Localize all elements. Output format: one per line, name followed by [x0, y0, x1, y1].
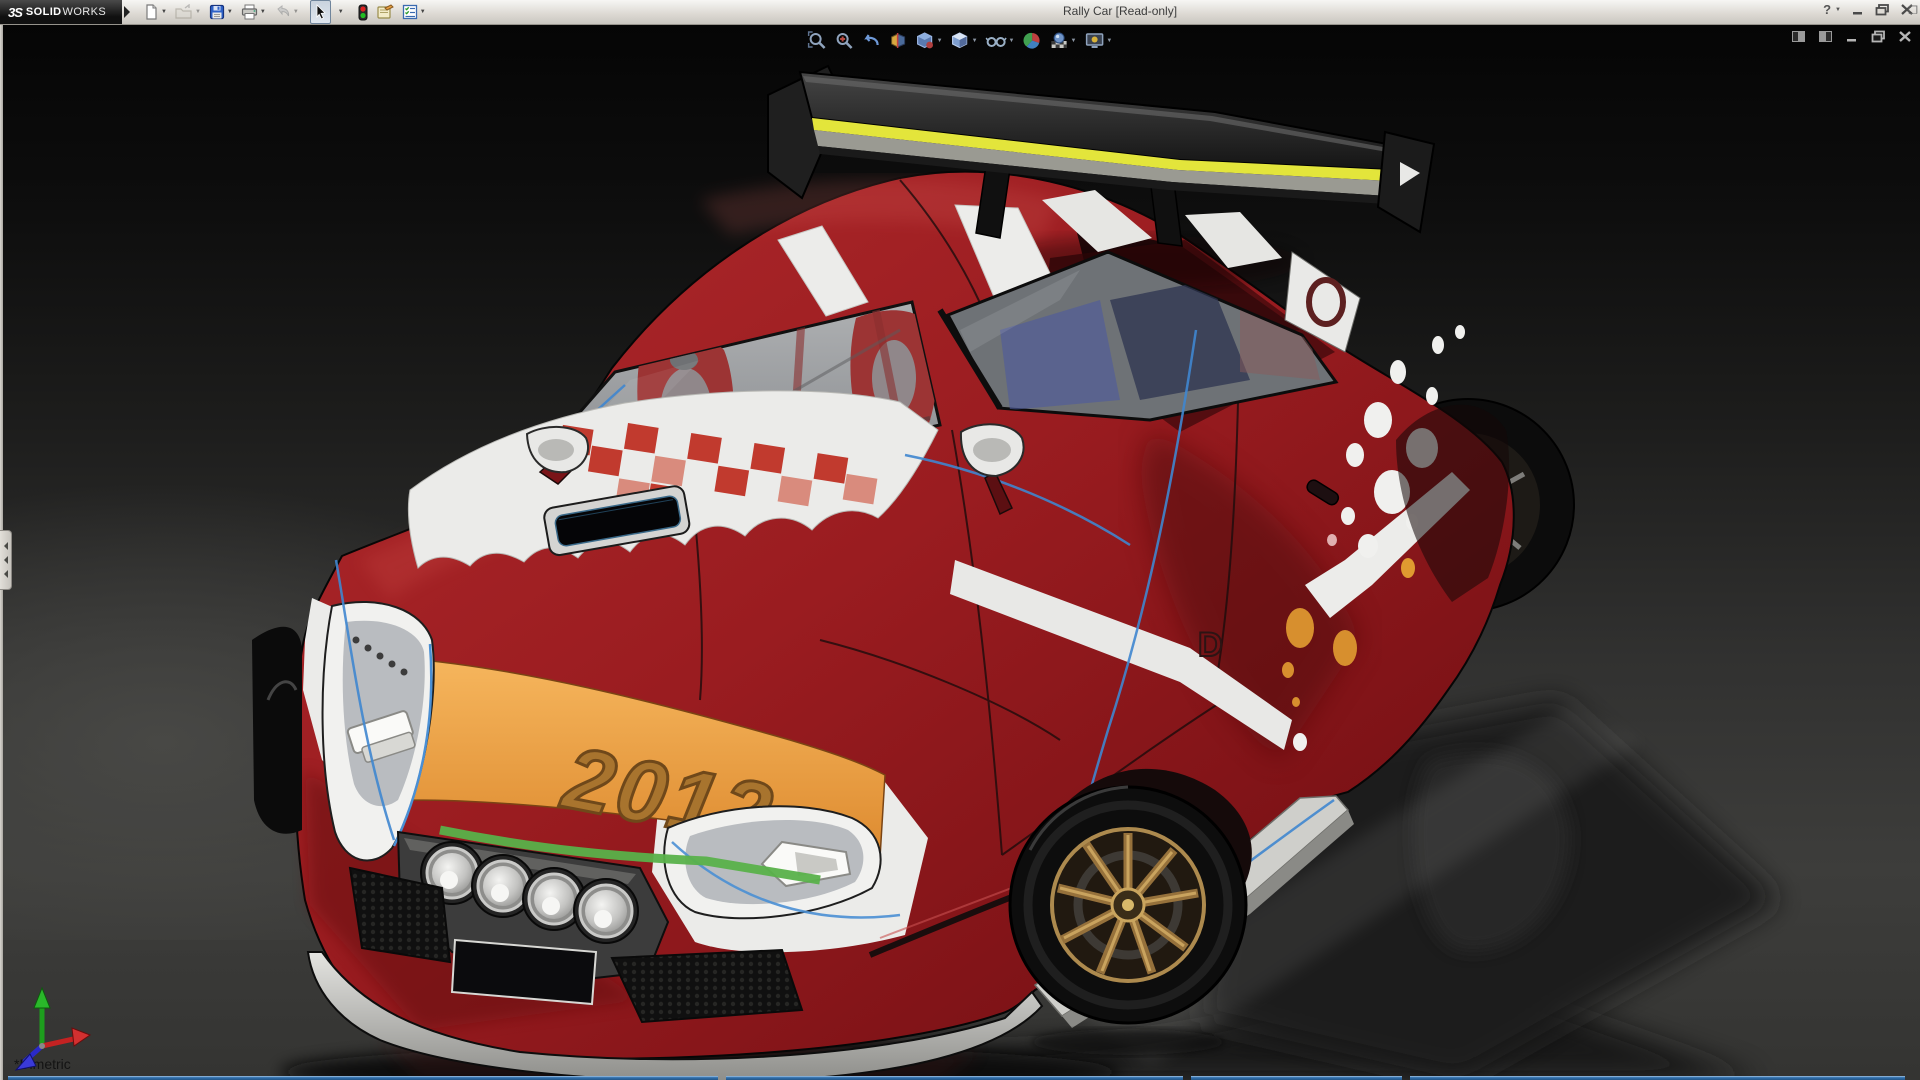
- dropdown-icon: ▼: [292, 9, 299, 15]
- document-title: Rally Car [Read-only]: [1063, 4, 1178, 18]
- dropdown-icon: ▼: [259, 9, 266, 15]
- print-icon: [241, 4, 257, 20]
- toolbar-expander-icon[interactable]: [124, 6, 130, 18]
- doc-close-icon[interactable]: [1898, 30, 1912, 43]
- view-settings-button[interactable]: ▼: [1083, 30, 1113, 51]
- restore-icon[interactable]: [1875, 3, 1890, 16]
- heads-up-view-toolbar: ▼ ▼ ▼ ▼ ▼: [807, 30, 1114, 51]
- section-view-icon: [891, 33, 906, 48]
- pane-right-icon[interactable]: [1818, 30, 1833, 43]
- previous-view-icon: [864, 34, 879, 46]
- dropdown-icon: ▼: [971, 37, 978, 44]
- select-cursor-icon: [316, 4, 326, 20]
- help-button[interactable]: ?: [1823, 2, 1831, 17]
- open-button[interactable]: ▼: [172, 0, 204, 24]
- dropdown-icon: ▼: [1008, 37, 1015, 44]
- select-dropdown-button[interactable]: ▼: [333, 0, 347, 24]
- eyeglasses-icon: [985, 37, 1007, 47]
- graphics-area[interactable]: 2012 D: [0, 24, 1920, 1080]
- rebuild-button[interactable]: [355, 0, 371, 24]
- corner-restore-glyph: ❐: [1908, 5, 1918, 17]
- apply-scene-button[interactable]: ▼: [1048, 30, 1077, 51]
- front-left-wheel: [252, 626, 302, 834]
- window-controls: ? ▼ ❐: [1823, 2, 1918, 17]
- save-floppy-icon: [209, 4, 225, 20]
- new-document-icon: [146, 4, 157, 20]
- zoom-to-area-button[interactable]: [834, 30, 855, 51]
- dropdown-icon: ▼: [1070, 37, 1077, 44]
- view-orientation-icon: [917, 32, 934, 49]
- options-button[interactable]: ▼: [399, 0, 429, 24]
- open-folder-icon: [175, 4, 192, 19]
- collapse-arrow-icon: [3, 556, 8, 564]
- dropdown-icon: ▼: [419, 9, 426, 15]
- dropdown-icon: ▼: [161, 9, 167, 15]
- dropdown-icon: ▼: [337, 9, 344, 15]
- undo-icon: [277, 5, 289, 17]
- title-bar: 3S SOLID WORKS ▼ ▼ ▼ ▼ ▼ ▼ ▼ Rally Car […: [0, 0, 1920, 25]
- design-binder-icon: [377, 4, 394, 19]
- view-orientation-button[interactable]: ▼: [915, 30, 944, 51]
- zoom-fit-icon: [807, 31, 826, 49]
- options-list-icon: [402, 4, 417, 20]
- dropdown-icon: ▼: [1106, 37, 1113, 44]
- apply-scene-icon: [1051, 32, 1067, 48]
- bottom-edge-strip: [0, 1076, 1920, 1080]
- previous-view-button[interactable]: [861, 30, 882, 51]
- display-style-icon: [951, 32, 968, 49]
- dropdown-icon: ▼: [226, 9, 233, 15]
- edit-appearance-button[interactable]: [1021, 30, 1042, 51]
- zoom-area-icon: [836, 33, 853, 49]
- undo-button[interactable]: ▼: [271, 0, 302, 24]
- view-settings-icon: [1085, 33, 1104, 48]
- zoom-to-fit-button[interactable]: [807, 30, 828, 51]
- appearance-sphere-icon: [1023, 32, 1040, 49]
- new-document-button[interactable]: ▼: [140, 0, 170, 24]
- design-binder-button[interactable]: [373, 0, 397, 24]
- collapse-arrow-icon: [3, 542, 8, 550]
- doc-minimize-icon[interactable]: [1845, 30, 1859, 43]
- brand-mark: 3S: [8, 4, 23, 20]
- section-view-button[interactable]: [888, 30, 909, 51]
- license-plate: [450, 938, 598, 1006]
- pane-left-icon[interactable]: [1791, 30, 1806, 43]
- dropdown-icon: ▼: [1835, 6, 1841, 13]
- save-button[interactable]: ▼: [206, 0, 236, 24]
- traffic-light-icon: [358, 4, 368, 20]
- print-button[interactable]: ▼: [238, 0, 269, 24]
- door-marking: D: [1198, 626, 1223, 664]
- hide-show-items-button[interactable]: ▼: [985, 30, 1016, 51]
- main-toolbar: ▼ ▼ ▼ ▼ ▼ ▼ ▼: [140, 0, 429, 24]
- featuremanager-collapse-tab[interactable]: [0, 530, 12, 590]
- collapse-arrow-icon: [3, 570, 8, 578]
- reference-triad: [14, 986, 92, 1071]
- solidworks-logo: 3S SOLID WORKS: [0, 0, 122, 24]
- dropdown-icon: ▼: [194, 9, 201, 15]
- select-button[interactable]: [309, 0, 331, 24]
- minimize-icon[interactable]: [1851, 4, 1865, 16]
- doc-restore-icon[interactable]: [1871, 30, 1886, 43]
- document-window-controls: [1791, 30, 1912, 43]
- display-style-button[interactable]: ▼: [950, 30, 979, 51]
- dropdown-icon: ▼: [936, 37, 943, 44]
